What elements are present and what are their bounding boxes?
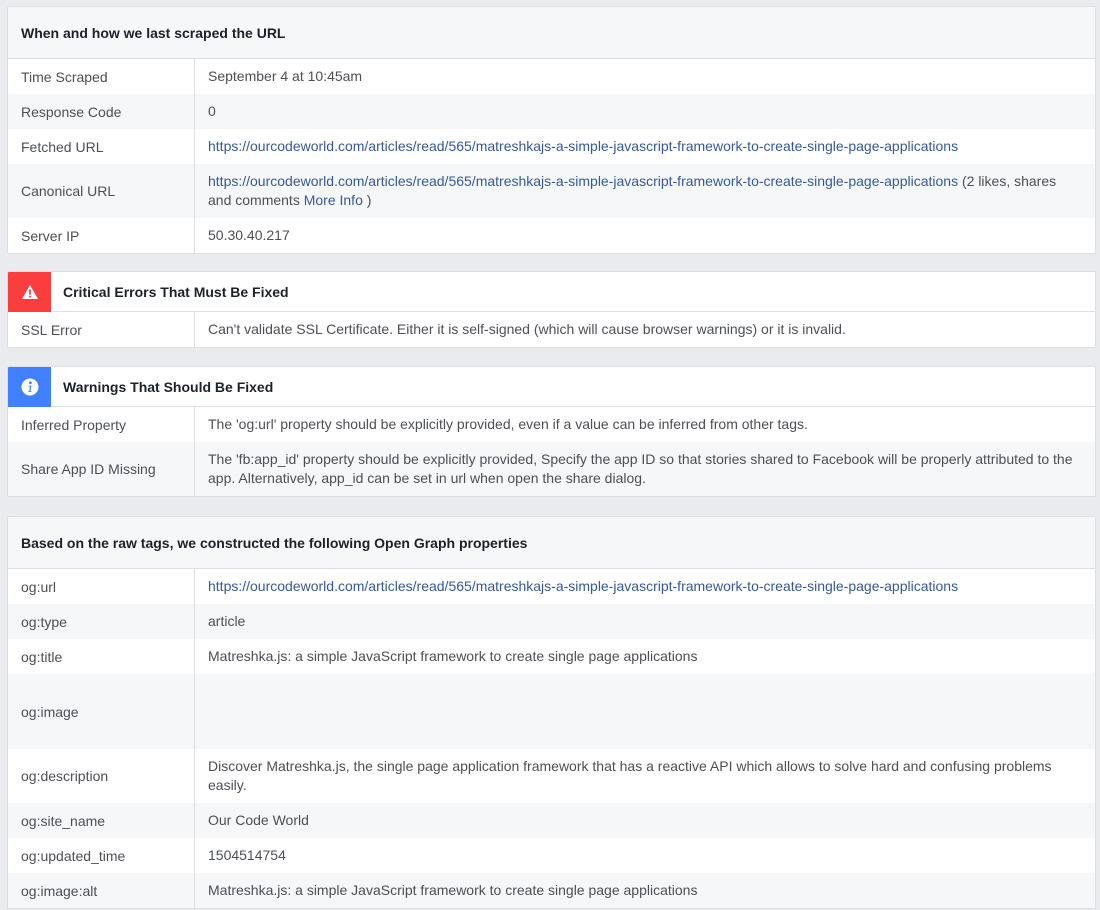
row-label-server-ip: Server IP [8, 218, 195, 253]
table-row: Time Scraped September 4 at 10:45am [8, 59, 1095, 94]
table-row: og:title Matreshka.js: a simple JavaScri… [8, 639, 1095, 674]
table-row: Canonical URL https://ourcodeworld.com/a… [8, 164, 1095, 218]
row-value-ssl-error: Can't validate SSL Certificate. Either i… [208, 321, 846, 337]
critical-errors-table: SSL Error Can't validate SSL Certificate… [8, 312, 1095, 347]
row-label-og-site-name: og:site_name [8, 803, 195, 838]
canonical-url-close: ) [362, 192, 372, 208]
row-value-server-ip: 50.30.40.217 [208, 227, 290, 243]
table-row: Inferred Property The 'og:url' property … [8, 407, 1095, 442]
scrape-info-table: Time Scraped September 4 at 10:45am Resp… [8, 59, 1095, 253]
table-row: og:updated_time 1504514754 [8, 838, 1095, 873]
row-label-og-description: og:description [8, 749, 195, 803]
table-row: Response Code 0 [8, 94, 1095, 129]
row-label-fetched-url: Fetched URL [8, 129, 195, 164]
row-label-og-title: og:title [8, 639, 195, 674]
row-value-og-image-alt: Matreshka.js: a simple JavaScript framew… [208, 882, 698, 898]
og-properties-table: og:url https://ourcodeworld.com/articles… [8, 569, 1095, 908]
table-row: og:image:alt Matreshka.js: a simple Java… [8, 873, 1095, 908]
warnings-title: Warnings That Should Be Fixed [63, 378, 274, 395]
og-properties-panel: Based on the raw tags, we constructed th… [7, 516, 1096, 909]
critical-errors-panel: Critical Errors That Must Be Fixed SSL E… [7, 271, 1096, 348]
canonical-url-link[interactable]: https://ourcodeworld.com/articles/read/5… [208, 173, 958, 189]
table-row: og:url https://ourcodeworld.com/articles… [8, 569, 1095, 604]
table-row: og:type article [8, 604, 1095, 639]
og-properties-header: Based on the raw tags, we constructed th… [8, 517, 1095, 569]
warnings-table: Inferred Property The 'og:url' property … [8, 407, 1095, 496]
info-icon [8, 367, 51, 407]
row-value-og-updated-time: 1504514754 [208, 847, 286, 863]
row-label-response-code: Response Code [8, 94, 195, 129]
more-info-link[interactable]: More Info [304, 192, 363, 208]
fetched-url-link[interactable]: https://ourcodeworld.com/articles/read/5… [208, 138, 958, 154]
row-label-canonical-url: Canonical URL [8, 164, 195, 218]
scrape-info-header: When and how we last scraped the URL [8, 7, 1095, 59]
row-value-og-site-name: Our Code World [208, 812, 309, 828]
row-value-inferred-property: The 'og:url' property should be explicit… [208, 416, 808, 432]
row-label-og-url: og:url [8, 569, 195, 604]
og-url-link[interactable]: https://ourcodeworld.com/articles/read/5… [208, 578, 958, 594]
table-row: og:description Discover Matreshka.js, th… [8, 749, 1095, 803]
table-row: Fetched URL https://ourcodeworld.com/art… [8, 129, 1095, 164]
row-label-og-image-alt: og:image:alt [8, 873, 195, 908]
row-value-og-description: Discover Matreshka.js, the single page a… [208, 758, 1052, 793]
table-row: Share App ID Missing The 'fb:app_id' pro… [8, 442, 1095, 496]
row-value-canonical-url: https://ourcodeworld.com/articles/read/5… [195, 172, 1095, 210]
row-value-response-code: 0 [208, 103, 216, 119]
warnings-panel: Warnings That Should Be Fixed Inferred P… [7, 366, 1096, 497]
table-row: Server IP 50.30.40.217 [8, 218, 1095, 253]
table-row: SSL Error Can't validate SSL Certificate… [8, 312, 1095, 347]
row-label-time-scraped: Time Scraped [8, 59, 195, 94]
row-value-og-url: https://ourcodeworld.com/articles/read/5… [195, 577, 1095, 596]
row-label-share-app-id: Share App ID Missing [8, 442, 195, 496]
row-value-og-type: article [208, 613, 246, 629]
row-value-og-title: Matreshka.js: a simple JavaScript framew… [208, 648, 698, 664]
row-label-ssl-error: SSL Error [8, 312, 195, 347]
row-value-time-scraped: September 4 at 10:45am [208, 68, 363, 84]
scrape-info-panel: When and how we last scraped the URL Tim… [7, 6, 1096, 254]
row-value-share-app-id: The 'fb:app_id' property should be expli… [208, 451, 1073, 486]
critical-errors-title: Critical Errors That Must Be Fixed [63, 283, 289, 300]
table-row: og:site_name Our Code World [8, 803, 1095, 838]
row-label-og-image: og:image [8, 674, 195, 749]
row-label-inferred-property: Inferred Property [8, 407, 195, 442]
row-value-fetched-url: https://ourcodeworld.com/articles/read/5… [195, 137, 1095, 156]
warnings-header: Warnings That Should Be Fixed [8, 367, 1095, 407]
row-label-og-type: og:type [8, 604, 195, 639]
critical-errors-header: Critical Errors That Must Be Fixed [8, 272, 1095, 312]
table-row: og:image [8, 674, 1095, 749]
row-label-og-updated-time: og:updated_time [8, 838, 195, 873]
warning-triangle-icon [8, 272, 51, 312]
